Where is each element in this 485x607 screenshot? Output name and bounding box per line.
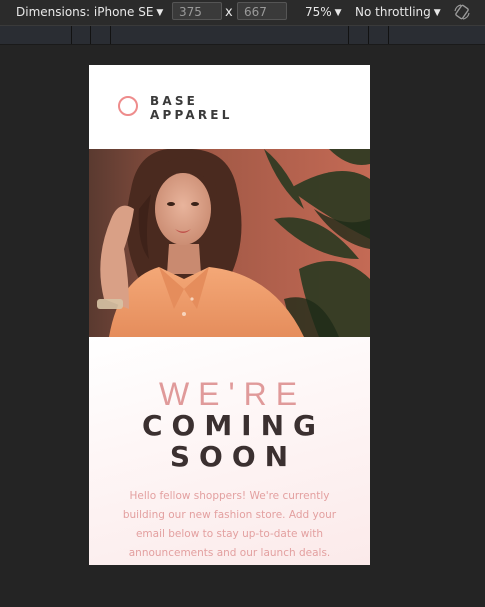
- times-separator: x: [225, 5, 233, 20]
- dimensions-dropdown[interactable]: Dimensions: iPhone SE ▼: [16, 0, 163, 25]
- logo-ring-icon: [118, 96, 138, 116]
- height-input[interactable]: 667: [237, 2, 287, 20]
- chevron-down-icon: ▼: [334, 8, 342, 18]
- chevron-down-icon: ▼: [156, 8, 164, 18]
- zoom-dropdown[interactable]: 75% ▼: [305, 0, 342, 25]
- brand-logo-text[interactable]: BASE APPAREL: [150, 94, 233, 122]
- heading-coming: COMING: [141, 409, 326, 442]
- zoom-label: 75%: [305, 5, 332, 19]
- rotate-icon[interactable]: [452, 2, 472, 22]
- logo-line-1: BASE: [150, 94, 199, 108]
- coming-soon-section: WE'RE COMING SOON Hello fellow shoppers!…: [89, 337, 370, 565]
- media-query-bar[interactable]: [0, 25, 485, 45]
- heading-soon: SOON: [169, 440, 298, 473]
- throttling-dropdown[interactable]: No throttling ▼: [355, 0, 441, 25]
- heading-were: WE'RE: [158, 376, 307, 412]
- chevron-down-icon: ▼: [433, 8, 441, 18]
- dimensions-label: Dimensions: iPhone SE: [16, 5, 154, 19]
- site-header: BASE APPAREL: [89, 65, 370, 149]
- width-input[interactable]: 375: [172, 2, 222, 20]
- device-viewport: BASE APPAREL WE'RE COMING SOON Hello fel…: [89, 65, 370, 565]
- devtools-toolbar: Dimensions: iPhone SE ▼ 375 x 667 75% ▼ No…: [0, 0, 485, 25]
- hero-image: [89, 149, 370, 337]
- logo-line-2: APPAREL: [150, 108, 233, 122]
- description-text: Hello fellow shoppers! We're currently b…: [122, 490, 337, 559]
- throttling-label: No throttling: [355, 5, 431, 19]
